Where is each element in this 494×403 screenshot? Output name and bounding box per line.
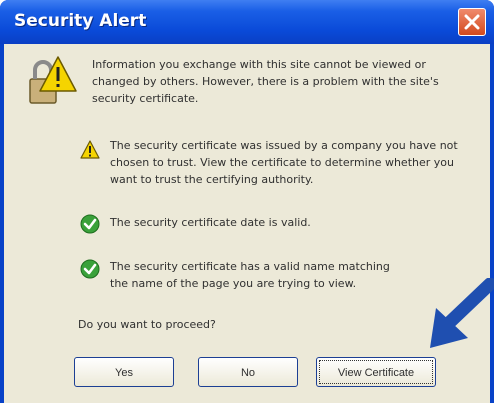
item-text-certificate-name: The security certificate has a valid nam… — [110, 260, 390, 290]
intro-text: Information you exchange with this site … — [92, 58, 439, 105]
title-bar[interactable]: Security Alert — [0, 0, 494, 44]
no-button[interactable]: No — [198, 357, 298, 387]
check-icon — [80, 259, 100, 279]
check-icon — [80, 214, 100, 234]
item-text-certificate-issuer: The security certificate was issued by a… — [110, 139, 458, 186]
proceed-question: Do you want to proceed? — [78, 318, 216, 331]
warning-icon — [80, 140, 100, 159]
dialog-title: Security Alert — [14, 11, 147, 31]
security-warning-icon — [29, 56, 77, 104]
yes-button[interactable]: Yes — [74, 357, 174, 387]
pointer-arrow-icon — [430, 278, 494, 348]
item-text-certificate-date: The security certificate date is valid. — [110, 216, 311, 229]
close-icon — [464, 14, 480, 30]
close-button[interactable] — [458, 8, 486, 36]
